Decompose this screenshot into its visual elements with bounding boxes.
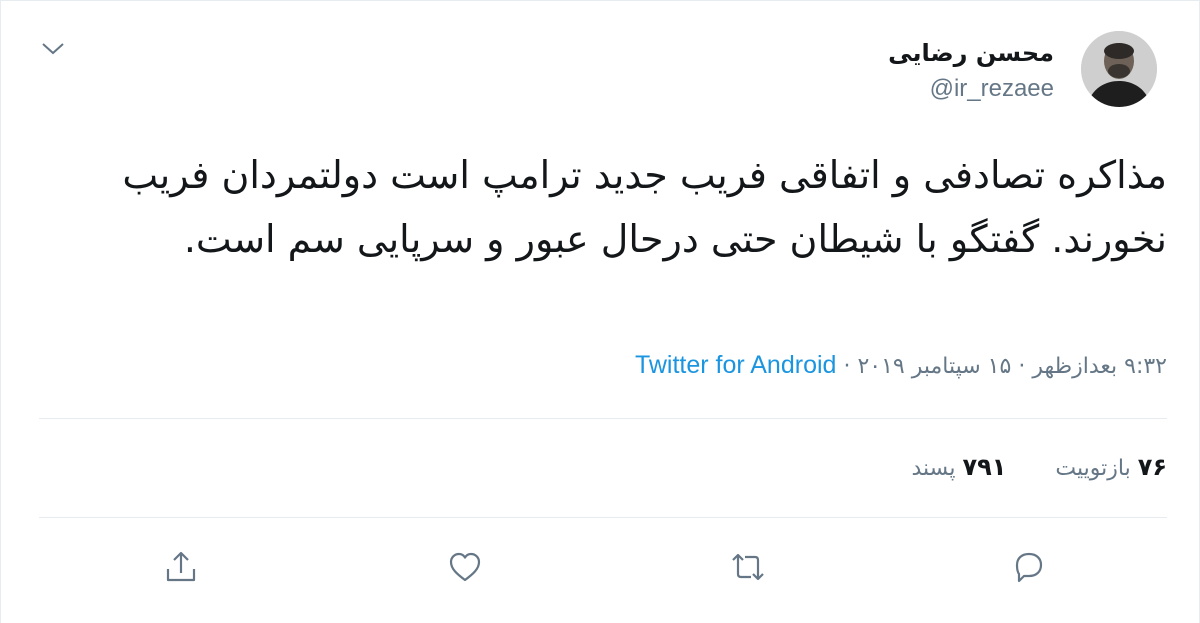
tweet-time[interactable]: ۹:۳۲ بعدازظهر — [1032, 354, 1167, 379]
author-name[interactable]: محسن رضایی — [888, 39, 1054, 67]
tweet-source-link[interactable]: Twitter for Android — [635, 351, 836, 379]
author-handle[interactable]: @ir_rezaee — [930, 75, 1054, 103]
tweet-text: مذاکره تصادفی و اتفاقی فریب جدید ترامپ ا… — [122, 153, 1167, 261]
like-stat[interactable]: ۷۹۱ پسند — [912, 453, 1007, 481]
chevron-down-icon[interactable] — [39, 37, 67, 59]
retweet-count: ۷۶ — [1137, 453, 1167, 481]
like-label: پسند — [911, 456, 956, 481]
meta-separator: · — [1018, 354, 1026, 379]
avatar[interactable] — [1081, 31, 1157, 107]
retweet-stat[interactable]: ۷۶ بازتوییت — [1055, 453, 1167, 481]
tweet-meta: ۹:۳۲ بعدازظهر · ۱۵ سپتامبر ۲۰۱۹ · Twitte… — [635, 351, 1167, 380]
heart-icon[interactable] — [443, 545, 487, 589]
tweet-card: محسن رضایی @ir_rezaee مذاکره تصادفی و ات… — [0, 0, 1200, 623]
tweet-date[interactable]: ۱۵ سپتامبر ۲۰۱۹ — [857, 354, 1011, 379]
like-count: ۷۹۱ — [962, 453, 1007, 481]
reply-icon[interactable] — [1007, 545, 1051, 589]
divider — [39, 517, 1167, 518]
divider — [39, 418, 1167, 419]
retweet-icon[interactable] — [726, 545, 770, 589]
share-icon[interactable] — [159, 545, 203, 589]
retweet-label: بازتوییت — [1055, 456, 1131, 481]
meta-separator: · — [843, 354, 851, 379]
tweet-stats: ۷۶ بازتوییت ۷۹۱ پسند — [870, 453, 1168, 481]
